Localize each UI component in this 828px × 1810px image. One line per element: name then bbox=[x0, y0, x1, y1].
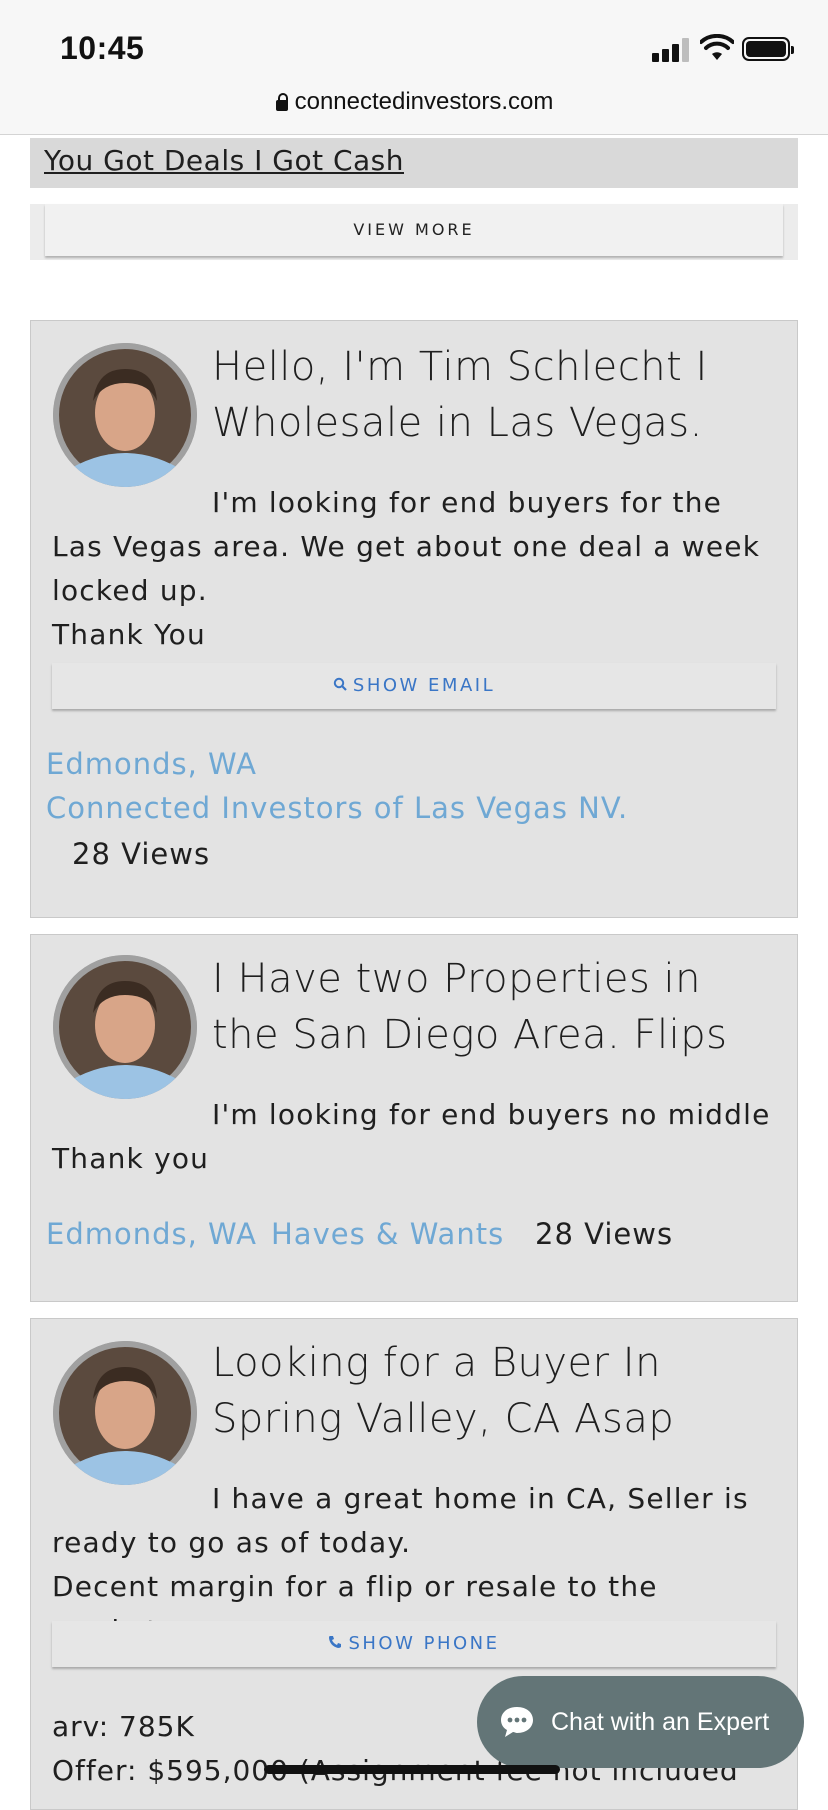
location-link[interactable]: Edmonds, WA bbox=[46, 1217, 257, 1251]
avatar[interactable] bbox=[53, 1341, 197, 1485]
location-link[interactable]: Edmonds, WA bbox=[46, 747, 257, 781]
cellular-signal-icon bbox=[652, 38, 692, 62]
url-text: connectedinvestors.com bbox=[294, 88, 554, 115]
post-title[interactable]: Looking for a Buyer In Spring Valley, CA… bbox=[212, 1335, 777, 1447]
view-more-container: VIEW MORE bbox=[30, 204, 798, 260]
post-title[interactable]: Hello, I'm Tim Schlecht I Wholesale in L… bbox=[212, 339, 777, 451]
post-title[interactable]: I Have two Properties in the San Diego A… bbox=[212, 951, 777, 1063]
chat-bubble-icon bbox=[501, 1707, 533, 1737]
group-link[interactable]: Connected Investors of Las Vegas NV. bbox=[46, 791, 628, 825]
avatar[interactable] bbox=[53, 343, 197, 487]
avatar[interactable] bbox=[53, 955, 197, 1099]
post-card: I Have two Properties in the San Diego A… bbox=[30, 934, 798, 1302]
status-time: 10:45 bbox=[60, 30, 145, 66]
chat-with-expert-button[interactable]: Chat with an Expert bbox=[477, 1676, 804, 1768]
post-body: I'm looking for end buyers no middle Tha… bbox=[52, 1098, 771, 1175]
show-phone-button[interactable]: SHOW PHONE bbox=[52, 1621, 776, 1667]
view-count: 28 Views bbox=[72, 837, 211, 871]
deal-title-link[interactable]: You Got Deals I Got Cash bbox=[44, 144, 404, 177]
group-link[interactable]: Haves & Wants bbox=[271, 1217, 504, 1251]
lock-icon bbox=[275, 93, 288, 111]
phone-icon bbox=[328, 1621, 342, 1667]
address-bar[interactable]: connectedinvestors.com bbox=[0, 78, 828, 135]
view-count: 28 Views bbox=[535, 1217, 674, 1251]
post-body: I'm looking for end buyers for the Las V… bbox=[52, 486, 761, 651]
view-more-button[interactable]: VIEW MORE bbox=[45, 204, 783, 256]
battery-icon bbox=[742, 37, 794, 61]
chat-label: Chat with an Expert bbox=[551, 1707, 770, 1736]
deal-title-bar: You Got Deals I Got Cash bbox=[30, 138, 798, 188]
search-icon bbox=[333, 663, 347, 709]
post-card: Hello, I'm Tim Schlecht I Wholesale in L… bbox=[30, 320, 798, 918]
home-indicator[interactable] bbox=[264, 1765, 560, 1774]
show-email-button[interactable]: SHOW EMAIL bbox=[52, 663, 776, 709]
wifi-icon bbox=[700, 34, 734, 60]
